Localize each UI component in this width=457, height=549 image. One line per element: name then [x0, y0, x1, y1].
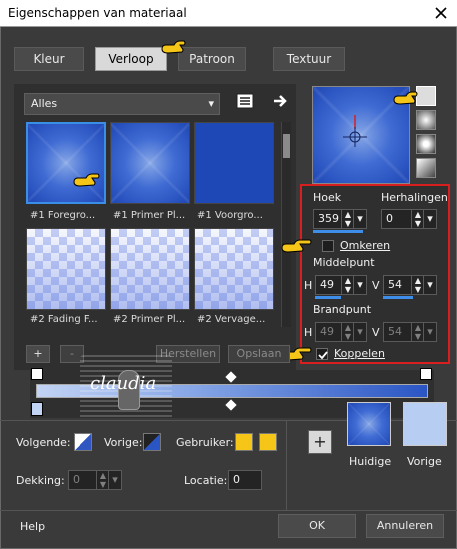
arrow-right-icon[interactable] [272, 92, 290, 110]
view-options-icon[interactable] [236, 92, 254, 110]
middelpunt-h-slider[interactable] [315, 296, 341, 299]
vorige-gradient-swatch[interactable] [143, 433, 161, 451]
thumb-label-2: #1 Primer Pl... [113, 210, 186, 221]
thumb-label-6: #2 Vervage... [197, 314, 266, 325]
omkeren-label: Omkeren [340, 239, 391, 252]
chevron-down-icon[interactable]: ▾ [423, 323, 436, 341]
category-dropdown[interactable]: Alles ▾ [24, 93, 220, 115]
style-sunburst-button[interactable] [416, 134, 436, 154]
chevron-down-icon[interactable]: ▾ [353, 323, 366, 341]
watermark-text: claudia [90, 373, 157, 394]
color-stop-left[interactable] [31, 402, 43, 416]
tab-kleur[interactable]: Kleur [14, 47, 84, 71]
gradient-thumb-3[interactable] [194, 122, 274, 204]
gebruiker-label: Gebruiker: [176, 436, 234, 449]
watermark-logo: claudia [80, 355, 172, 420]
middelpunt-h-label: H [304, 279, 313, 292]
hoek-label: Hoek [313, 191, 342, 204]
scrollbar-thumb[interactable] [283, 134, 290, 158]
herhalingen-input[interactable]: 0 ▲ ▼ ▾ [381, 209, 437, 229]
tab-verloop[interactable]: Verloop [95, 47, 167, 71]
cancel-button[interactable]: Annuleren [366, 514, 444, 538]
hoek-slider[interactable] [313, 230, 363, 233]
omkeren-checkbox[interactable] [322, 240, 334, 252]
chevron-down-icon[interactable]: ▾ [108, 471, 121, 489]
thumb-label-3: #1 Voorgro... [197, 210, 263, 221]
close-icon[interactable] [432, 4, 450, 22]
koppelen-label: Koppelen [334, 347, 385, 360]
window-title: Eigenschappen van materiaal [8, 6, 187, 20]
thumb-label-4: #2 Fading F... [30, 314, 98, 325]
thumb-label-1: #1 Foregro... [30, 210, 96, 221]
checkmark-icon [318, 351, 328, 360]
gradient-thumb-4[interactable] [26, 228, 106, 310]
add-swatch-button[interactable]: + [308, 430, 332, 454]
pointer-hand-icon [72, 170, 102, 192]
chevron-down-icon[interactable]: ▾ [353, 276, 366, 294]
middelpunt-v-input[interactable]: 54 ▲ ▼ ▾ [383, 275, 437, 295]
brandpunt-label: Brandpunt [313, 303, 372, 316]
help-link[interactable]: Help [20, 520, 45, 533]
divider [0, 510, 457, 511]
middelpunt-h-input[interactable]: 49 ▲ ▼ ▾ [315, 275, 367, 295]
koppelen-checkbox[interactable] [316, 348, 328, 360]
ok-button[interactable]: OK [278, 514, 356, 538]
brandpunt-h-input[interactable]: 49 ▲ ▼ ▾ [315, 322, 367, 342]
middelpunt-v-label: V [372, 279, 380, 292]
dekking-label: Dekking: [16, 474, 65, 487]
divider [286, 420, 287, 510]
dekking-input[interactable]: 0 ▲ ▼ ▾ [68, 470, 122, 490]
locatie-input[interactable]: 0 [228, 470, 262, 490]
herhalingen-label: Herhalingen [381, 191, 448, 204]
huidige-swatch[interactable] [347, 402, 391, 446]
chevron-down-icon[interactable]: ▾ [353, 210, 366, 228]
gradient-thumb-5[interactable] [110, 228, 190, 310]
gradient-thumb-2[interactable] [110, 122, 190, 204]
thumb-label-5: #2 Primer Pl... [113, 314, 186, 325]
locatie-label: Locatie: [184, 474, 228, 487]
chevron-down-icon: ▾ [208, 97, 214, 110]
gradient-thumb-6[interactable] [194, 228, 274, 310]
brandpunt-v-input[interactable]: 54 ▲ ▼ ▾ [383, 322, 437, 342]
pointer-hand-icon [280, 236, 314, 258]
middelpunt-label: Middelpunt [313, 256, 375, 269]
add-stop-button[interactable]: + [26, 345, 50, 363]
brandpunt-h-label: H [304, 326, 313, 339]
user-swatch-1[interactable] [235, 433, 253, 451]
style-rectangular-button[interactable] [416, 110, 436, 130]
middelpunt-v-slider[interactable] [383, 296, 413, 299]
vorige-label: Vorige: [104, 436, 143, 449]
opacity-stop-right[interactable] [420, 368, 432, 380]
save-button[interactable]: Opslaan [228, 345, 290, 363]
gallery-scrollbar[interactable] [281, 122, 291, 327]
opacity-stop-left[interactable] [31, 368, 43, 380]
pointer-hand-icon [392, 88, 420, 110]
hoek-input[interactable]: 359 ▲ ▼ ▾ [313, 209, 367, 229]
huidige-label: Huidige [349, 455, 392, 468]
style-radial-button[interactable] [416, 158, 436, 178]
tab-textuur[interactable]: Textuur [273, 47, 345, 71]
volgende-label: Volgende: [16, 436, 71, 449]
vorige-swatch[interactable] [403, 402, 447, 446]
brandpunt-v-label: V [372, 326, 380, 339]
user-swatch-2[interactable] [259, 433, 277, 451]
pointer-hand-icon [160, 37, 188, 59]
tab-patroon[interactable]: Patroon [178, 47, 246, 71]
volgende-swatch[interactable] [74, 433, 92, 451]
title-bar: Eigenschappen van materiaal [0, 0, 457, 27]
chevron-down-icon[interactable]: ▾ [423, 210, 436, 228]
vorige-swatch-label: Vorige [407, 455, 442, 468]
chevron-down-icon[interactable]: ▾ [423, 276, 436, 294]
